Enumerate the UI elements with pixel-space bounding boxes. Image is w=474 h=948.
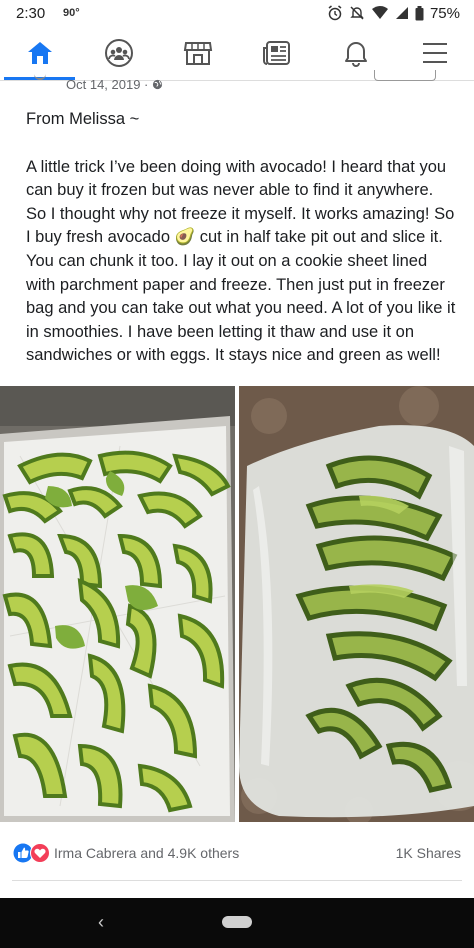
home-pill-icon[interactable] xyxy=(222,916,252,928)
post-photo-cookie-sheet[interactable] xyxy=(0,386,235,822)
alarm-icon xyxy=(328,5,342,21)
menu-icon xyxy=(422,43,447,63)
back-icon[interactable]: ‹ xyxy=(98,912,104,933)
battery-level: 75% xyxy=(429,4,460,22)
status-temperature: 90° xyxy=(63,7,80,19)
signal-icon xyxy=(395,7,408,19)
status-bar: 2:30 90° 75% xyxy=(0,0,474,26)
system-navigation-bar: ‹ xyxy=(0,898,474,948)
status-time: 2:30 xyxy=(16,5,46,22)
love-icon xyxy=(30,843,50,863)
reaction-icons[interactable] xyxy=(13,843,50,863)
post-message: A little trick I’ve been doing with avoc… xyxy=(26,157,460,365)
post-date[interactable]: Oct 14, 2019 · xyxy=(66,77,148,92)
marketplace-icon xyxy=(183,42,212,65)
battery-icon xyxy=(415,5,424,20)
share-count[interactable]: 1K Shares xyxy=(396,845,461,861)
nav-groups[interactable] xyxy=(79,26,158,80)
nav-news[interactable] xyxy=(237,26,316,80)
post-action-button-partial[interactable] xyxy=(374,70,436,81)
post-meta: Oct 14, 2019 · xyxy=(66,77,163,92)
post-photo-freezer-bag[interactable] xyxy=(239,386,474,822)
reaction-summary[interactable]: Irma Cabrera and 4.9K others xyxy=(54,845,239,861)
post-greeting: From Melissa ~ xyxy=(26,110,140,128)
news-icon xyxy=(262,41,290,65)
bell-icon xyxy=(344,42,367,67)
globe-icon xyxy=(152,79,163,90)
mute-icon xyxy=(350,6,364,20)
post-divider xyxy=(12,880,462,881)
groups-icon xyxy=(104,39,133,67)
nav-marketplace[interactable] xyxy=(158,26,237,80)
avocado-emoji: 🥑 xyxy=(174,228,196,247)
wifi-icon xyxy=(371,6,388,19)
post-body: From Melissa ~ A little trick I’ve been … xyxy=(26,108,456,392)
home-icon xyxy=(27,42,52,64)
